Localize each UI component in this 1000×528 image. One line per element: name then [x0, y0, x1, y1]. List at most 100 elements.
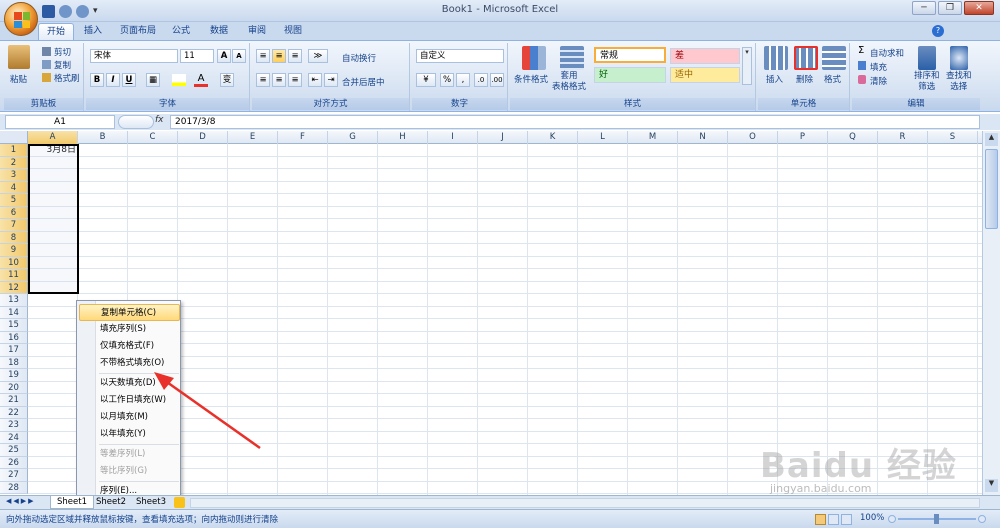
- increase-decimal-button[interactable]: .0: [474, 73, 488, 87]
- tab-insert[interactable]: 插入: [76, 23, 110, 40]
- column-header-s[interactable]: S: [928, 131, 978, 144]
- row-header-5[interactable]: 5: [0, 194, 28, 207]
- undo-icon[interactable]: [59, 4, 72, 18]
- bold-button[interactable]: B: [90, 73, 104, 87]
- column-header-r[interactable]: R: [878, 131, 928, 144]
- column-header-e[interactable]: E: [228, 131, 278, 144]
- vertical-scrollbar[interactable]: ▲ ▼: [982, 131, 1000, 495]
- formula-input[interactable]: 2017/3/8: [170, 115, 980, 129]
- currency-button[interactable]: ¥: [416, 73, 436, 87]
- zoom-out-icon[interactable]: [888, 515, 896, 523]
- column-header-k[interactable]: K: [528, 131, 578, 144]
- row-header-23[interactable]: 23: [0, 419, 28, 432]
- column-header-o[interactable]: O: [728, 131, 778, 144]
- minimize-button[interactable]: ─: [912, 1, 936, 15]
- restore-button[interactable]: ❐: [938, 1, 962, 15]
- conditional-format-button[interactable]: 条件格式: [514, 73, 548, 85]
- row-header-21[interactable]: 21: [0, 394, 28, 407]
- save-icon[interactable]: [42, 4, 55, 18]
- number-format-select[interactable]: 自定义: [416, 49, 504, 63]
- name-box[interactable]: A1: [5, 115, 115, 129]
- column-header-q[interactable]: Q: [828, 131, 878, 144]
- office-button[interactable]: [4, 2, 38, 36]
- row-header-15[interactable]: 15: [0, 319, 28, 332]
- wrap-text-button[interactable]: 自动换行: [342, 52, 376, 64]
- decrease-decimal-button[interactable]: .00: [490, 73, 504, 87]
- scroll-thumb[interactable]: [985, 149, 998, 229]
- fill-button[interactable]: 填充: [870, 61, 887, 73]
- row-header-24[interactable]: 24: [0, 431, 28, 444]
- align-right-button[interactable]: ≡: [288, 73, 302, 87]
- align-middle-button[interactable]: ≡: [272, 49, 286, 63]
- style-good[interactable]: 好: [594, 67, 666, 83]
- column-header-i[interactable]: I: [428, 131, 478, 144]
- font-color-icon[interactable]: A: [194, 73, 208, 87]
- font-size-select[interactable]: 11: [180, 49, 214, 63]
- sort-filter-button[interactable]: 排序和 筛选: [914, 71, 940, 93]
- grow-font-button[interactable]: A: [217, 49, 231, 63]
- close-button[interactable]: ✕: [964, 1, 994, 15]
- page-layout-view-icon[interactable]: [828, 514, 839, 525]
- underline-button[interactable]: U: [122, 73, 136, 87]
- find-select-button[interactable]: 查找和 选择: [946, 71, 972, 93]
- column-header-f[interactable]: F: [278, 131, 328, 144]
- zoom-level[interactable]: 100%: [860, 513, 884, 523]
- sheet-tab-2[interactable]: Sheet2: [90, 496, 132, 509]
- scroll-up-icon[interactable]: ▲: [985, 133, 998, 146]
- zoom-in-icon[interactable]: [978, 515, 986, 523]
- sheet-tab-1[interactable]: Sheet1: [50, 496, 94, 509]
- autosum-button[interactable]: 自动求和: [870, 47, 904, 59]
- styles-more-icon[interactable]: ▾: [742, 47, 752, 85]
- row-header-14[interactable]: 14: [0, 306, 28, 319]
- copy-button[interactable]: 复制: [54, 59, 71, 71]
- row-header-11[interactable]: 11: [0, 269, 28, 282]
- column-header-j[interactable]: J: [478, 131, 528, 144]
- row-header-12[interactable]: 12: [0, 281, 28, 294]
- table-format-button[interactable]: 套用 表格格式: [552, 71, 586, 93]
- column-header-l[interactable]: L: [578, 131, 628, 144]
- redo-icon[interactable]: [76, 4, 89, 18]
- font-name-select[interactable]: 宋体: [90, 49, 178, 63]
- column-header-g[interactable]: G: [328, 131, 378, 144]
- scroll-down-icon[interactable]: ▼: [985, 479, 998, 492]
- sheet-nav-icon[interactable]: ◀◀▶▶: [6, 497, 36, 505]
- menu-item-1[interactable]: 复制单元格(C): [79, 304, 180, 321]
- tab-view[interactable]: 视图: [276, 23, 310, 40]
- tab-review[interactable]: 审阅: [240, 23, 274, 40]
- column-header-a[interactable]: A: [28, 131, 78, 144]
- increase-indent-button[interactable]: ⇥: [324, 73, 338, 87]
- menu-item-3[interactable]: 仅填充格式(F): [99, 338, 180, 355]
- select-all-button[interactable]: [0, 131, 28, 144]
- row-header-27[interactable]: 27: [0, 469, 28, 482]
- shrink-font-button[interactable]: A: [232, 49, 246, 63]
- row-header-7[interactable]: 7: [0, 219, 28, 232]
- row-header-10[interactable]: 10: [0, 256, 28, 269]
- row-header-13[interactable]: 13: [0, 294, 28, 307]
- merge-center-button[interactable]: 合并后居中: [342, 76, 385, 88]
- row-header-18[interactable]: 18: [0, 356, 28, 369]
- sheet-tab-3[interactable]: Sheet3: [130, 496, 172, 509]
- align-left-button[interactable]: ≡: [256, 73, 270, 87]
- row-header-3[interactable]: 3: [0, 169, 28, 182]
- percent-button[interactable]: %: [440, 73, 454, 87]
- paste-button[interactable]: 粘贴: [10, 73, 27, 85]
- row-header-2[interactable]: 2: [0, 156, 28, 169]
- tab-data[interactable]: 数据: [202, 23, 236, 40]
- row-header-17[interactable]: 17: [0, 344, 28, 357]
- row-header-25[interactable]: 25: [0, 444, 28, 457]
- normal-view-icon[interactable]: [815, 514, 826, 525]
- format-cells-button[interactable]: 格式: [824, 73, 841, 85]
- insert-sheet-icon[interactable]: [174, 497, 185, 508]
- clear-button[interactable]: 清除: [870, 75, 887, 87]
- border-button[interactable]: ▦: [146, 73, 160, 87]
- tab-page-layout[interactable]: 页面布局: [112, 23, 164, 40]
- menu-item-2[interactable]: 填充序列(S): [99, 321, 180, 338]
- style-normal[interactable]: 常规: [594, 47, 666, 63]
- tab-home[interactable]: 开始: [38, 23, 75, 40]
- row-header-8[interactable]: 8: [0, 231, 28, 244]
- style-bad[interactable]: 差: [670, 48, 740, 64]
- orientation-button[interactable]: ≫: [308, 49, 328, 63]
- row-header-4[interactable]: 4: [0, 181, 28, 194]
- row-header-26[interactable]: 26: [0, 456, 28, 469]
- italic-button[interactable]: I: [106, 73, 120, 87]
